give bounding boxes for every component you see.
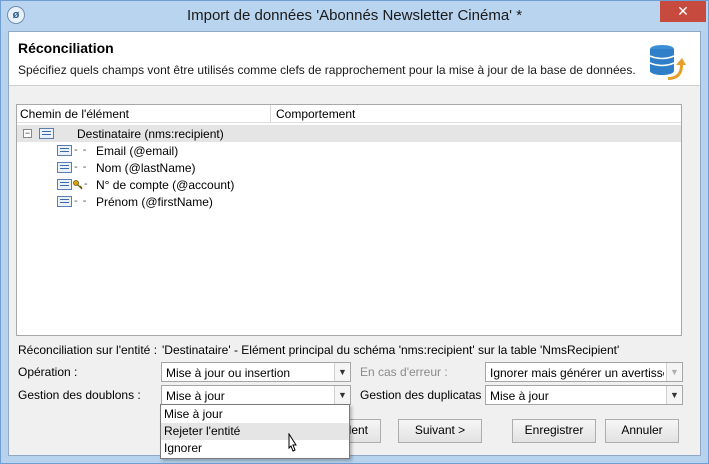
entity-icon xyxy=(39,128,54,139)
doublons-select[interactable]: Mise à jour ▼ xyxy=(161,385,351,405)
tree-row[interactable]: - N° de compte (@account) xyxy=(17,176,681,193)
column-behavior[interactable]: Comportement xyxy=(276,107,355,121)
chevron-down-icon[interactable]: ▼ xyxy=(666,386,682,404)
chevron-down-icon[interactable]: ▼ xyxy=(334,363,350,381)
doublons-label: Gestion des doublons : xyxy=(18,388,141,402)
duplicatas-label: Gestion des duplicatas : xyxy=(360,388,489,402)
tree-connector: - - xyxy=(74,144,88,156)
step-header: Réconciliation Spécifiez quels champs vo… xyxy=(9,32,700,86)
entity-label: Réconciliation sur l'entité : xyxy=(18,343,158,357)
field-icon xyxy=(57,162,72,173)
tree-header: Chemin de l'élément Comportement xyxy=(17,105,681,123)
chevron-down-icon[interactable]: ▼ xyxy=(334,386,350,404)
collapse-icon[interactable]: − xyxy=(23,129,32,138)
key-icon xyxy=(73,180,83,190)
tree-row-label: Email (@email) xyxy=(96,144,179,158)
dropdown-option-update[interactable]: Mise à jour xyxy=(161,406,349,423)
window-title: Import de données 'Abonnés Newsletter Ci… xyxy=(186,7,523,24)
element-tree[interactable]: Chemin de l'élément Comportement − Desti… xyxy=(16,104,682,336)
chevron-down-icon: ▼ xyxy=(666,363,682,381)
tree-row[interactable]: - - Nom (@lastName) xyxy=(17,159,681,176)
tree-connector: - - xyxy=(74,161,88,173)
duplicatas-select-value: Mise à jour xyxy=(490,389,549,403)
mouse-pointer-icon xyxy=(288,433,297,452)
close-button[interactable]: ✕ xyxy=(660,1,706,22)
tree-connector: - xyxy=(84,178,89,190)
tree-connector: - - xyxy=(74,195,88,207)
operation-select-value: Mise à jour ou insertion xyxy=(166,366,291,380)
save-button[interactable]: Enregistrer xyxy=(512,419,596,443)
tree-row[interactable]: - - Email (@email) xyxy=(17,142,681,159)
error-label: En cas d'erreur : xyxy=(360,365,448,379)
error-select-value: Ignorer mais générer un avertisse xyxy=(490,366,664,380)
tree-row-label: Nom (@lastName) xyxy=(96,161,196,175)
field-icon xyxy=(57,145,72,156)
tree-row-label: Prénom (@firstName) xyxy=(96,195,213,209)
field-icon xyxy=(57,179,72,190)
operation-select[interactable]: Mise à jour ou insertion ▼ xyxy=(161,362,351,382)
dropdown-option-reject[interactable]: Rejeter l'entité xyxy=(161,423,349,440)
database-update-icon xyxy=(649,45,686,80)
import-dialog-window: ø Import de données 'Abonnés Newsletter … xyxy=(0,0,709,464)
tree-row-root[interactable]: − Destinataire (nms:recipient) xyxy=(17,125,681,142)
operation-label: Opération : xyxy=(18,365,78,379)
next-button[interactable]: Suivant > xyxy=(398,419,482,443)
title-bar[interactable]: ø Import de données 'Abonnés Newsletter … xyxy=(1,1,708,31)
cancel-button[interactable]: Annuler xyxy=(605,419,679,443)
dropdown-option-ignore[interactable]: Ignorer xyxy=(161,440,349,457)
tree-row-label: Destinataire (nms:recipient) xyxy=(77,127,224,141)
duplicatas-select[interactable]: Mise à jour ▼ xyxy=(485,385,683,405)
field-icon xyxy=(57,196,72,207)
entity-value: 'Destinataire' - Elément principal du sc… xyxy=(162,343,620,357)
tree-row[interactable]: - - Prénom (@firstName) xyxy=(17,193,681,210)
dialog-body: Réconciliation Spécifiez quels champs vo… xyxy=(8,31,701,456)
error-select: Ignorer mais générer un avertisse ▼ xyxy=(485,362,683,382)
step-title: Réconciliation xyxy=(18,40,114,56)
tree-row-label: N° de compte (@account) xyxy=(96,178,235,192)
doublons-select-value: Mise à jour xyxy=(166,389,225,403)
column-divider[interactable] xyxy=(270,105,271,123)
column-element-path[interactable]: Chemin de l'élément xyxy=(20,107,129,121)
step-description: Spécifiez quels champs vont être utilisé… xyxy=(18,63,636,77)
doublons-dropdown-list[interactable]: Mise à jour Rejeter l'entité Ignorer xyxy=(160,404,350,459)
